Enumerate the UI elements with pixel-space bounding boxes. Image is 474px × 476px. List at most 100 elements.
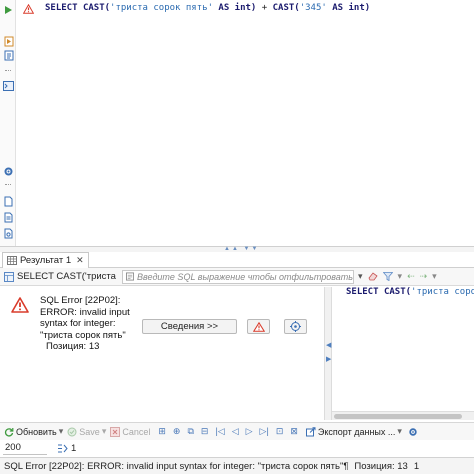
- explain-plan-icon[interactable]: [3, 50, 14, 61]
- delete-row-icon[interactable]: ⊟: [201, 426, 209, 437]
- sql-function: CAST(: [82, 3, 111, 13]
- fetch-page-icon[interactable]: ⊡: [276, 426, 284, 437]
- refresh-label: Обновить: [16, 426, 57, 437]
- history-icon[interactable]: [3, 228, 14, 239]
- fetch-all-icon[interactable]: ⊠: [290, 426, 298, 437]
- fetch-size-input[interactable]: 200: [3, 442, 47, 455]
- target-icon: [290, 321, 301, 332]
- cancel-icon: [110, 426, 121, 437]
- last-row-icon[interactable]: ▷|: [260, 426, 269, 437]
- query-text-panel: SELECT CAST('триста сорок: [332, 287, 474, 420]
- sql-function: CAST(: [272, 3, 300, 13]
- details-button[interactable]: Сведения >>: [142, 319, 237, 334]
- sql-string-literal: 'триста сорок: [411, 287, 474, 297]
- collapse-left-icon[interactable]: ◀: [326, 341, 331, 349]
- panel-collapse-bar[interactable]: ◀ ▶: [324, 287, 332, 420]
- query-text: SELECT CAST('триста сорок: [346, 287, 474, 297]
- tab-label: Результат 1: [20, 255, 72, 266]
- cancel-label: Cancel: [122, 426, 151, 437]
- export-data-button[interactable]: Экспорт данных ... ▾: [305, 426, 402, 437]
- toolbar-separator: [5, 184, 11, 185]
- sql-keyword: SELECT: [45, 3, 78, 13]
- sql-type: int): [234, 3, 257, 13]
- row-nav-icons: ⊞ ⊕ ⧉ ⊟ |◁ ◁ ▷ ▷| ⊡ ⊠: [158, 426, 298, 437]
- warning-icon: [252, 321, 265, 332]
- row-count: 1: [57, 443, 76, 454]
- save-button[interactable]: Save ▾: [67, 426, 106, 437]
- filter-input[interactable]: Введите SQL выражение чтобы отфильтроват…: [122, 269, 354, 284]
- table-icon: [4, 271, 14, 282]
- status-row: 1: [413, 460, 420, 472]
- sql-operator: +: [261, 3, 268, 13]
- sql-function: CAST(: [383, 287, 412, 297]
- error-position: Позиция: 13: [46, 341, 100, 352]
- expand-right-icon[interactable]: ▶: [326, 355, 331, 363]
- status-error-text: SQL Error [22P02]: ERROR: invalid input …: [4, 460, 349, 472]
- previous-row-icon[interactable]: ◁: [232, 426, 239, 437]
- forward-arrow-icon[interactable]: ⇢: [420, 271, 428, 282]
- settings-gear-icon[interactable]: [3, 166, 14, 177]
- error-log-button[interactable]: [247, 319, 270, 334]
- new-script-icon[interactable]: [3, 196, 14, 207]
- filter-funnel-icon[interactable]: [382, 272, 393, 281]
- filter-placeholder: Введите SQL выражение чтобы отфильтроват…: [137, 271, 353, 282]
- export-label: Экспорт данных ...: [317, 426, 396, 437]
- row-count-value: 1: [71, 442, 77, 454]
- error-message: SQL Error [22P02]: ERROR: invalid input …: [40, 295, 140, 353]
- filter-actions: ▾ ▾ ⇠ ⇢ ▾: [358, 271, 437, 282]
- chevron-down-icon[interactable]: ▾: [102, 426, 107, 437]
- editor-left-toolbar: [0, 0, 16, 248]
- result-error-panel: SQL Error [22P02]: ERROR: invalid input …: [0, 287, 324, 420]
- next-row-icon[interactable]: ▷: [246, 426, 253, 437]
- scrollbar-thumb[interactable]: [334, 414, 462, 419]
- copy-row-icon[interactable]: ⧉: [187, 426, 193, 437]
- results-bottom-toolbar: Обновить ▾ Save ▾ Cancel ⊞ ⊕ ⧉ ⊟ |◁ ◁ ▷ …: [0, 422, 474, 440]
- grid-icon: [7, 256, 17, 265]
- fetch-size-bar: 200 1: [0, 440, 474, 456]
- row-count-icon: [58, 444, 68, 452]
- sql-string-literal: '345': [299, 3, 327, 13]
- execute-script-icon[interactable]: [3, 36, 14, 47]
- save-icon: [67, 427, 77, 436]
- status-bar: SQL Error [22P02]: ERROR: invalid input …: [0, 457, 474, 474]
- sql-statement-line[interactable]: SELECT CAST('триста сорок пять' AS int) …: [45, 3, 370, 13]
- run-statement-icon[interactable]: [3, 4, 14, 15]
- chevron-down-icon[interactable]: ▾: [59, 426, 64, 437]
- sql-keyword: AS: [332, 3, 344, 13]
- filter-history-icon[interactable]: [126, 272, 135, 281]
- navigation-chevron-icon[interactable]: ▾: [432, 271, 437, 282]
- script-file-icon[interactable]: [3, 212, 14, 223]
- status-position: Позиция: 13: [354, 460, 408, 472]
- tab-result-1[interactable]: Результат 1 ✕: [2, 252, 89, 268]
- close-icon[interactable]: ✕: [76, 255, 84, 266]
- horizontal-scrollbar[interactable]: [332, 411, 474, 420]
- add-row-icon[interactable]: ⊕: [173, 426, 181, 437]
- cancel-button[interactable]: Cancel: [110, 426, 151, 437]
- error-message-text: SQL Error [22P02]: ERROR: invalid input …: [40, 295, 130, 341]
- toolbar-separator: [5, 70, 11, 71]
- sql-keyword: SELECT: [346, 287, 379, 297]
- chevron-down-icon[interactable]: ▾: [397, 426, 402, 437]
- filter-options-chevron-icon[interactable]: ▾: [398, 271, 403, 282]
- back-arrow-icon[interactable]: ⇠: [407, 271, 415, 282]
- terminal-icon[interactable]: [3, 80, 14, 91]
- refresh-icon: [4, 427, 14, 437]
- refresh-button[interactable]: Обновить ▾: [4, 426, 63, 437]
- results-tab-bar: Результат 1 ✕: [0, 252, 474, 268]
- query-label-text: SELECT CAST('триста: [17, 271, 116, 282]
- save-label: Save: [79, 426, 100, 437]
- error-icon: [11, 297, 29, 313]
- sql-keyword: AS: [218, 3, 230, 13]
- execution-log-button[interactable]: [284, 319, 307, 334]
- filter-dropdown-icon[interactable]: ▾: [358, 271, 363, 282]
- sql-string-literal: 'триста сорок пять': [110, 3, 213, 13]
- settings-gear-icon[interactable]: [408, 427, 418, 437]
- sql-type: int): [348, 3, 371, 13]
- edit-row-icon[interactable]: ⊞: [158, 426, 166, 437]
- first-row-icon[interactable]: |◁: [215, 426, 224, 437]
- sql-editor[interactable]: SELECT CAST('триста сорок пять' AS int) …: [17, 0, 474, 246]
- erase-filter-icon[interactable]: [368, 272, 378, 281]
- sql-editor-window: SELECT CAST('триста сорок пять' AS int) …: [0, 0, 474, 476]
- query-label: SELECT CAST('триста: [4, 271, 118, 282]
- warning-icon: [17, 2, 39, 16]
